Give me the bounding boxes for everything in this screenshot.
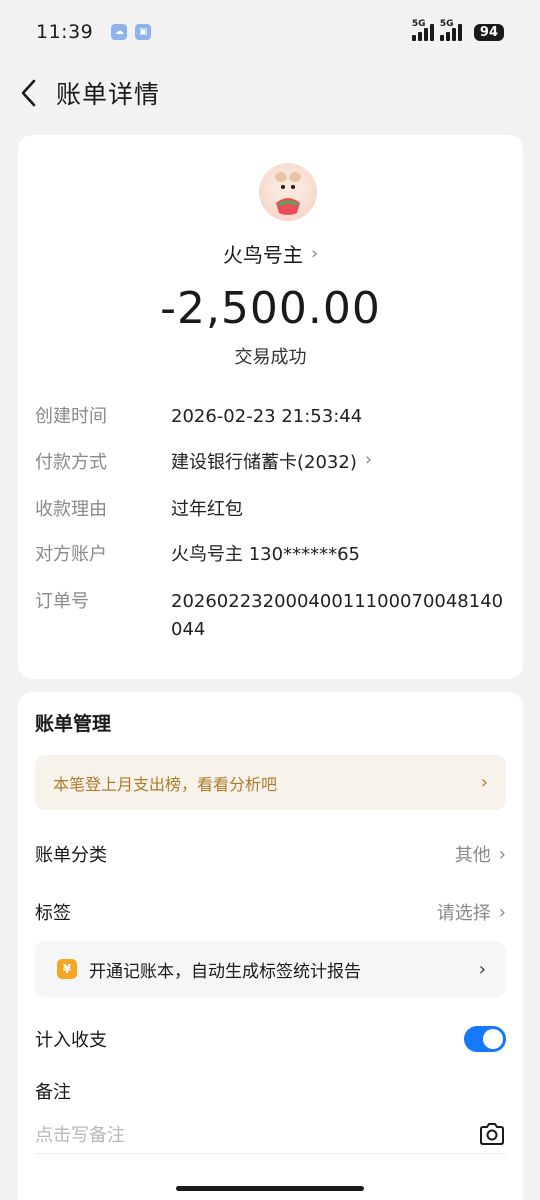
image-notification-icon: ▣: [135, 24, 152, 40]
signal-1-icon: 5G: [411, 19, 434, 41]
detail-label: 对方账户: [35, 544, 107, 565]
income-expense-toggle[interactable]: [464, 1026, 506, 1052]
detail-row-created-time: 创建时间 2026-02-23 21:53:44: [35, 403, 506, 431]
section-title: 账单管理: [35, 713, 112, 735]
chevron-right-icon: ›: [498, 843, 506, 865]
income-expense-row: 计入收支: [35, 1019, 506, 1059]
detail-row-order-number: 订单号 20260223200040011100070048140044: [35, 588, 506, 644]
detail-value: 2026-02-23 21:53:44: [171, 406, 363, 427]
remark-placeholder: 点击写备注: [35, 1124, 125, 1146]
status-bar: 11:39 ☁ ▣ 5G 5G 94: [0, 0, 540, 64]
chevron-right-icon: ›: [480, 772, 488, 793]
home-indicator[interactable]: [176, 1186, 364, 1191]
detail-label: 收款理由: [35, 499, 107, 520]
detail-value: 20260223200040011100070048140044: [171, 591, 504, 640]
cloud-notification-icon: ☁: [111, 24, 128, 40]
tag-label: 标签: [35, 903, 71, 924]
yen-icon: ¥: [57, 959, 77, 979]
ledger-promo[interactable]: ¥ 开通记账本，自动生成标签统计报告 ›: [35, 941, 506, 997]
detail-value: 过年红包: [171, 499, 243, 520]
detail-row-counterparty: 对方账户 火鸟号主 130******65: [35, 541, 506, 569]
status-right: 5G 5G 94: [411, 19, 504, 41]
tag-row[interactable]: 标签 请选择 ›: [35, 892, 506, 932]
detail-row-payment-method[interactable]: 付款方式 建设银行储蓄卡(2032) ›: [35, 449, 506, 477]
payee-link[interactable]: 火鸟号主 ›: [18, 239, 523, 268]
transaction-summary-card: 火鸟号主 › -2,500.00 交易成功 创建时间 2026-02-23 21…: [18, 135, 523, 679]
payee-avatar[interactable]: [259, 163, 317, 221]
nav-bar: 账单详情: [0, 64, 540, 122]
camera-icon[interactable]: [478, 1120, 506, 1148]
spending-rank-banner[interactable]: 本笔登上月支出榜，看看分析吧 ›: [35, 755, 506, 810]
back-arrow-icon[interactable]: [18, 79, 38, 107]
battery-level: 94: [473, 23, 504, 41]
detail-label: 付款方式: [35, 452, 107, 473]
notification-icons: ☁ ▣: [111, 24, 152, 40]
network-type-1: 5G: [411, 19, 426, 29]
detail-label: 订单号: [35, 591, 89, 612]
chevron-right-icon: ›: [498, 901, 506, 923]
category-label: 账单分类: [35, 845, 107, 866]
chevron-right-icon: ›: [364, 449, 373, 470]
bill-management-card: 账单管理 本笔登上月支出榜，看看分析吧 › 账单分类 其他 › 标签 请选择 ›…: [18, 692, 523, 1200]
chevron-right-icon: ›: [310, 243, 319, 264]
chevron-right-icon: ›: [478, 958, 486, 980]
detail-row-reason: 收款理由 过年红包: [35, 496, 506, 524]
payee-name: 火鸟号主: [222, 243, 303, 267]
signal-2-icon: 5G: [439, 19, 462, 41]
status-time: 11:39: [36, 21, 94, 43]
transaction-status: 交易成功: [234, 347, 307, 368]
network-type-2: 5G: [439, 19, 454, 29]
income-expense-label: 计入收支: [35, 1030, 107, 1051]
tag-value: 请选择: [436, 903, 491, 924]
page-title: 账单详情: [56, 80, 161, 109]
transaction-amount: -2,500.00: [160, 283, 381, 334]
detail-value: 火鸟号主 130******65: [171, 544, 360, 565]
banner-text: 本笔登上月支出榜，看看分析吧: [53, 774, 278, 794]
category-value: 其他: [454, 845, 491, 866]
remark-input[interactable]: 点击写备注: [35, 1114, 506, 1154]
promo-text: 开通记账本，自动生成标签统计报告: [89, 961, 361, 982]
detail-label: 创建时间: [35, 406, 107, 427]
remark-label: 备注: [35, 1082, 71, 1103]
detail-value: 建设银行储蓄卡(2032): [171, 452, 357, 473]
category-row[interactable]: 账单分类 其他 ›: [35, 834, 506, 874]
